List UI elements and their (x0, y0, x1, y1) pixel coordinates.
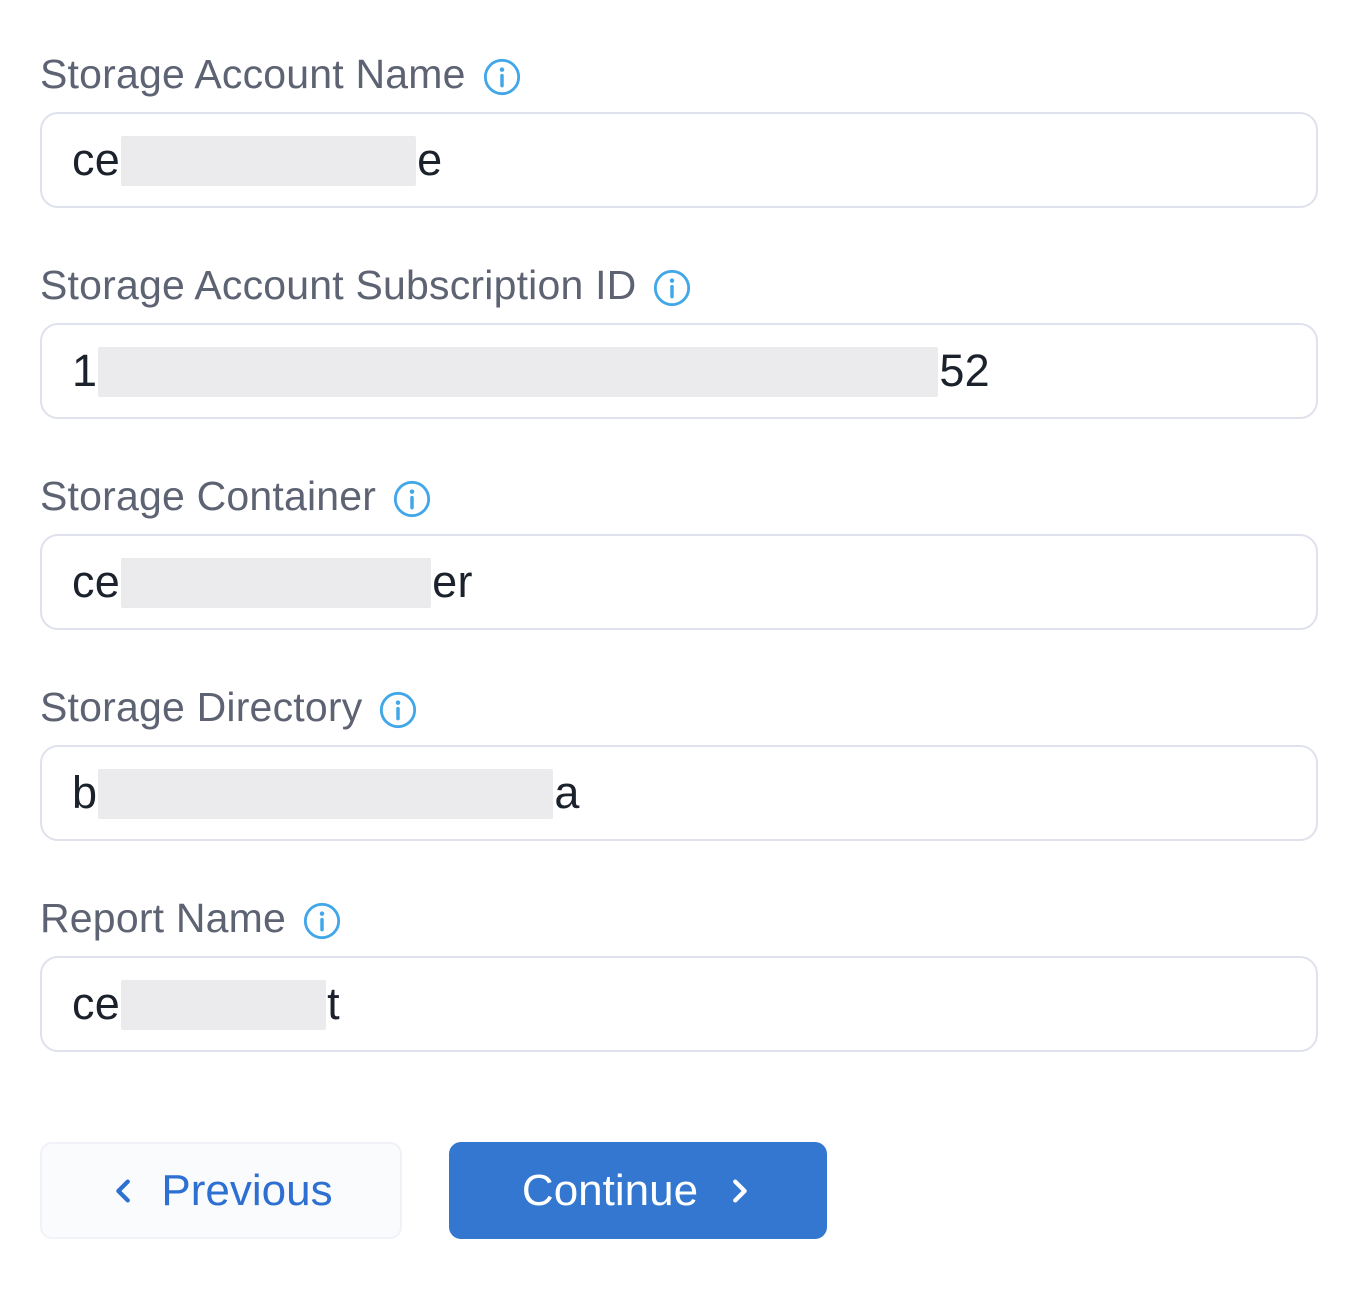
storage-directory-input[interactable]: ba (40, 745, 1318, 841)
field-report-name: Report Name ce t (40, 892, 1318, 1052)
redaction-overlay (98, 347, 938, 397)
input-value-prefix: ce (72, 134, 120, 186)
chevron-right-icon (724, 1176, 754, 1206)
continue-button-label: Continue (522, 1166, 698, 1216)
field-label: Storage Container (40, 470, 376, 522)
storage-account-subscription-id-input[interactable]: 1 52 (40, 323, 1318, 419)
input-value-suffix: e (417, 134, 442, 186)
redaction-overlay (121, 558, 431, 608)
field-label: Storage Directory (40, 681, 362, 733)
field-label-row: Storage Directory (40, 681, 1318, 733)
chevron-left-icon (109, 1176, 139, 1206)
info-icon[interactable] (378, 690, 418, 730)
field-label-row: Storage Account Name (40, 48, 1318, 100)
redaction-overlay (121, 980, 326, 1030)
field-label: Storage Account Name (40, 48, 466, 100)
input-value-prefix: 1 (72, 345, 97, 397)
storage-config-form: Storage Account Name ce e Storage Account… (0, 0, 1358, 1239)
field-storage-directory: Storage Directory ba (40, 681, 1318, 841)
redaction-overlay (98, 769, 553, 819)
info-icon[interactable] (392, 479, 432, 519)
field-label: Storage Account Subscription ID (40, 259, 636, 311)
input-value-prefix: ce (72, 556, 120, 608)
field-label-row: Storage Container (40, 470, 1318, 522)
storage-container-input[interactable]: ce er (40, 534, 1318, 630)
field-label-row: Storage Account Subscription ID (40, 259, 1318, 311)
field-storage-account-subscription-id: Storage Account Subscription ID 1 52 (40, 259, 1318, 419)
field-storage-container: Storage Container ce er (40, 470, 1318, 630)
field-label-row: Report Name (40, 892, 1318, 944)
input-value-suffix: t (327, 978, 340, 1030)
input-value-prefix: ce (72, 978, 120, 1030)
previous-button[interactable]: Previous (40, 1142, 402, 1239)
info-icon[interactable] (652, 268, 692, 308)
storage-account-name-input[interactable]: ce e (40, 112, 1318, 208)
redaction-overlay (121, 136, 416, 186)
form-actions: Previous Continue (40, 1142, 1318, 1239)
report-name-input[interactable]: ce t (40, 956, 1318, 1052)
input-value-prefix: b (72, 767, 97, 819)
info-icon[interactable] (302, 901, 342, 941)
previous-button-label: Previous (161, 1166, 332, 1216)
continue-button[interactable]: Continue (449, 1142, 827, 1239)
input-value-suffix: 52 (939, 345, 990, 397)
input-value-suffix: er (432, 556, 473, 608)
info-icon[interactable] (482, 57, 522, 97)
field-label: Report Name (40, 892, 286, 944)
input-value-suffix: a (554, 767, 579, 819)
field-storage-account-name: Storage Account Name ce e (40, 48, 1318, 208)
